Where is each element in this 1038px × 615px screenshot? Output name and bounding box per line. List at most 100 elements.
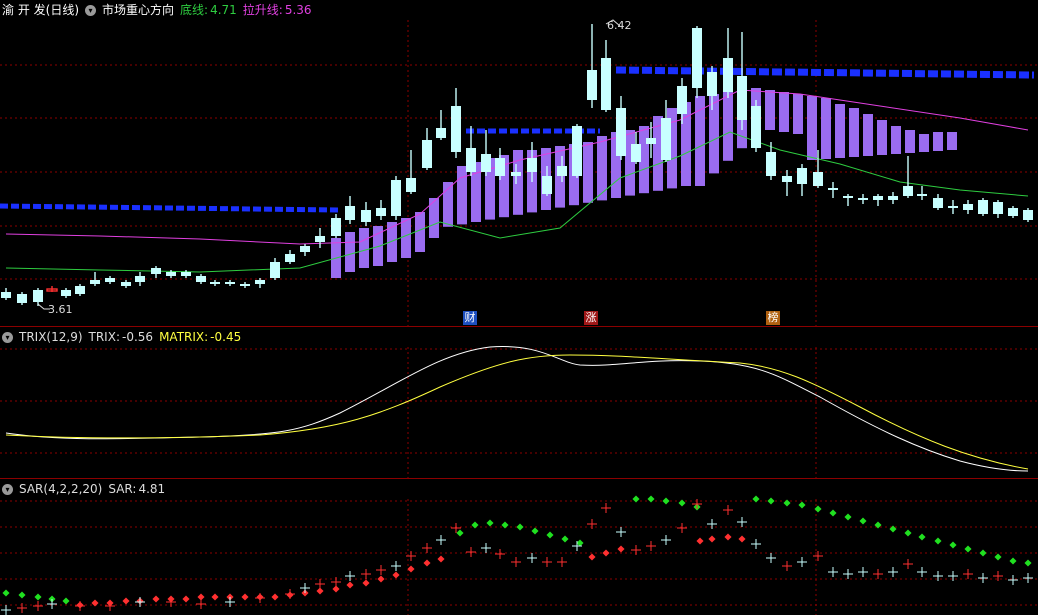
indicator-name[interactable]: 市场重心方向	[102, 2, 174, 18]
sar-dot-green	[62, 597, 70, 605]
candle-body	[315, 236, 325, 242]
candle-body	[121, 282, 131, 286]
candle-body	[181, 272, 191, 276]
histogram-bar	[821, 98, 831, 159]
candle-body	[391, 180, 401, 216]
candle-body	[225, 282, 235, 284]
candle-body	[707, 72, 717, 96]
candle-body	[75, 286, 85, 294]
histogram-bar	[919, 134, 929, 152]
candle-body	[151, 268, 161, 274]
candle-body	[240, 284, 250, 286]
histogram-bar	[359, 228, 369, 268]
sar-dot-green	[979, 549, 987, 557]
candle-body	[33, 290, 43, 302]
candle-body	[858, 198, 868, 200]
histogram-bar	[387, 222, 397, 262]
sar-menu-icon[interactable]: ▾	[2, 483, 13, 495]
sar-dot-green	[1009, 557, 1017, 565]
histogram-bar	[597, 136, 607, 201]
sar-dot-green	[546, 531, 554, 539]
candle-body	[843, 196, 853, 198]
histogram-bar	[793, 94, 803, 134]
candle-body	[631, 144, 641, 162]
candle-body	[210, 282, 220, 284]
trix-name[interactable]: TRIX(12,9)	[19, 329, 83, 345]
matrix-line	[5, 354, 1029, 470]
candle-body	[616, 108, 626, 156]
candle-body	[993, 202, 1003, 214]
sar-chart-canvas[interactable]	[0, 479, 1038, 615]
news-badge-zhang[interactable]: 涨	[584, 311, 598, 325]
trix-line	[5, 345, 1029, 472]
candle-body	[828, 188, 838, 190]
candle-body	[105, 278, 115, 282]
sar-dot-green	[456, 529, 464, 537]
candle-body	[361, 210, 371, 222]
base-line-value: 4.71	[210, 3, 237, 17]
news-badge-cai[interactable]: 财	[463, 311, 477, 325]
sar-dot-red	[377, 575, 385, 583]
indicator-menu-icon[interactable]: ▾	[85, 4, 97, 16]
candle-body	[466, 148, 476, 172]
news-badge-bang[interactable]: 榜	[766, 311, 780, 325]
sar-header: ▾ SAR(4,2,2,20) SAR: 4.81	[2, 481, 165, 497]
high-price-marker: 6.42	[607, 19, 632, 32]
lift-line-label: 拉升线:	[242, 3, 283, 17]
main-chart-panel[interactable]: 渝 开 发 (日线) ▾ 市场重心方向 底线: 4.71 拉升线: 5.36 6…	[0, 0, 1038, 326]
sar-dot-green	[678, 499, 686, 507]
candle-body	[542, 176, 552, 194]
histogram-bar	[835, 104, 845, 158]
candle-body	[196, 276, 206, 282]
candle-body	[677, 86, 687, 114]
matrix-value: -0.45	[210, 330, 242, 344]
candle-body	[135, 276, 145, 282]
sar-dot-red	[211, 593, 219, 601]
trix-menu-icon[interactable]: ▾	[2, 331, 13, 343]
main-chart-canvas[interactable]	[0, 0, 1038, 326]
sar-dot-red	[602, 549, 610, 557]
candle-body	[948, 206, 958, 208]
candle-body	[813, 172, 823, 186]
sar-dot-red	[241, 593, 249, 601]
sar-dot-green	[918, 533, 926, 541]
histogram-bar	[723, 88, 733, 161]
sar-dot-red	[182, 595, 190, 603]
candle-body	[61, 290, 71, 296]
sar-dot-green	[2, 589, 10, 597]
candle-body	[90, 280, 100, 284]
candle-body	[481, 154, 491, 172]
sar-dot-green	[829, 509, 837, 517]
candle-body	[963, 204, 973, 210]
candle-body	[331, 218, 341, 236]
sar-dot-green	[949, 541, 957, 549]
matrix-label: MATRIX:	[159, 330, 209, 344]
lift-line-value: 5.36	[284, 3, 312, 17]
candle-body	[166, 272, 176, 276]
sar-label: SAR:	[108, 482, 137, 496]
candle-body	[723, 58, 733, 92]
candle-body	[495, 158, 505, 176]
sar-dot-green	[904, 529, 912, 537]
sar-dot-green	[18, 591, 26, 599]
sar-dot-red	[738, 535, 746, 543]
candle-body	[661, 118, 671, 160]
histogram-bar	[849, 108, 859, 157]
candle-body	[572, 126, 582, 176]
sar-panel[interactable]: ▾ SAR(4,2,2,20) SAR: 4.81	[0, 478, 1038, 615]
histogram-bar	[933, 132, 943, 151]
histogram-bar	[415, 212, 425, 252]
trix-chart-canvas[interactable]	[0, 327, 1038, 479]
sar-dot-green	[798, 501, 806, 509]
stock-name[interactable]: 渝 开 发	[2, 2, 46, 18]
sar-dot-green	[964, 545, 972, 553]
histogram-bar	[709, 94, 719, 174]
sar-dot-green	[662, 497, 670, 505]
sar-dot-red	[708, 535, 716, 543]
candle-body	[873, 196, 883, 200]
sar-name[interactable]: SAR(4,2,2,20)	[19, 481, 102, 497]
trix-header: ▾ TRIX(12,9) TRIX: -0.56 MATRIX: -0.45	[2, 329, 241, 345]
trix-panel[interactable]: ▾ TRIX(12,9) TRIX: -0.56 MATRIX: -0.45	[0, 326, 1038, 479]
candle-body	[1008, 208, 1018, 216]
candle-body	[1023, 210, 1033, 220]
